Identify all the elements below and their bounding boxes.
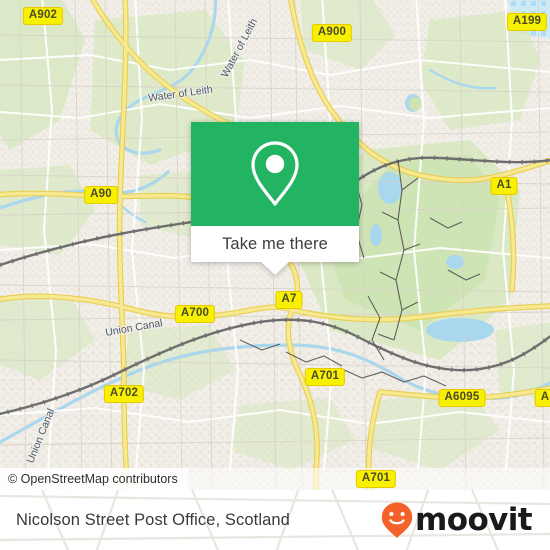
road-shield-a701-7: A701 [304, 368, 346, 386]
road-shield-a90-3: A90 [84, 186, 118, 204]
road-shield-a199-2: A199 [506, 13, 548, 31]
location-title: Nicolson Street Post Office, Scotland [16, 510, 290, 529]
road-shield-a900-1: A900 [311, 24, 353, 42]
callout-action-bar[interactable]: Take me there [191, 226, 359, 275]
callout-pointer-tail [261, 262, 289, 275]
moovit-wordmark: moovit [415, 501, 533, 538]
moovit-smiley-pin-icon [381, 502, 413, 538]
callout-icon-area [191, 122, 359, 226]
page-footer: Nicolson Street Post Office, Scotland mo… [0, 490, 550, 550]
map-canvas[interactable]: A902 A900 A199 A90 A1 A7 A700 A701 A6095 A A701 A70… [0, 0, 550, 490]
location-callout-card[interactable]: Take me there [191, 122, 359, 275]
moovit-brand[interactable]: moovit [380, 501, 533, 539]
road-shield-a6095-8: A6095 [438, 389, 486, 407]
road-shield-a1-4: A1 [490, 177, 518, 195]
map-screenshot-root: A902 A900 A199 A90 A1 A7 A700 A701 A6095 A A701 A70… [0, 0, 550, 550]
road-shield-a701-10: A701 [355, 470, 397, 488]
road-shield-a-9: A [534, 389, 550, 407]
road-shield-a702-11: A702 [103, 385, 145, 403]
road-shield-a700-6: A700 [174, 305, 216, 323]
osm-attribution-text: © OpenStreetMap contributors [8, 472, 178, 486]
road-shield-a7-5: A7 [275, 291, 303, 309]
road-shield-a902-0: A902 [22, 7, 64, 25]
map-pin-icon [251, 141, 299, 206]
osm-attribution[interactable]: © OpenStreetMap contributors [0, 468, 188, 490]
take-me-there-label: Take me there [222, 234, 328, 253]
